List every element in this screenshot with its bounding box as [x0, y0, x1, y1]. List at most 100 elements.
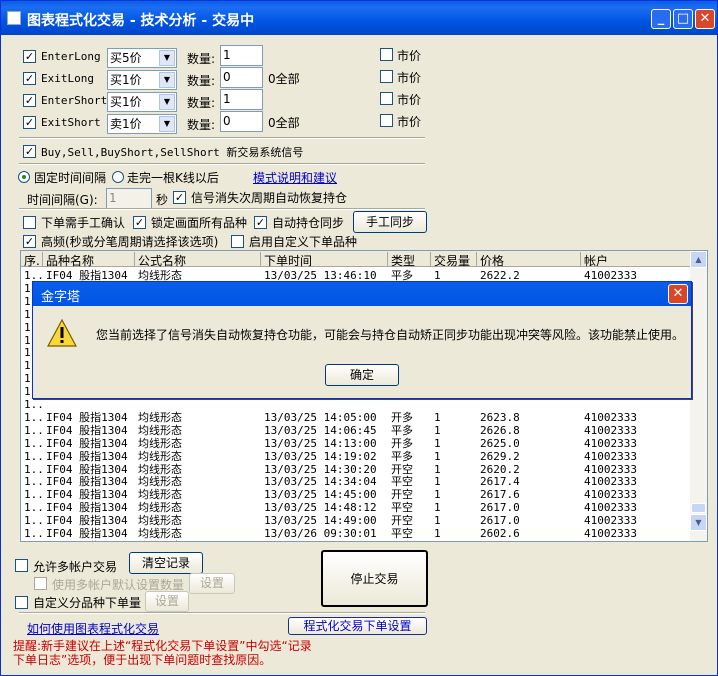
- warning-icon: [47, 318, 77, 347]
- restore-label: 信号消失次周期自动恢复持仓: [191, 191, 348, 205]
- market-checkbox[interactable]: [380, 70, 393, 83]
- maximize-button[interactable]: □: [673, 9, 693, 29]
- qty-input[interactable]: 1: [220, 45, 263, 66]
- table-row[interactable]: 1.. IF04 股指1304 均线形态 13/03/25 14:48:12 平空 1 26…: [21, 501, 691, 514]
- market-checkbox[interactable]: [380, 48, 393, 61]
- mode-help-link[interactable]: 模式说明和建议: [253, 169, 337, 186]
- chevron-down-icon[interactable]: ▼: [159, 50, 175, 66]
- new-system-checkbox[interactable]: ✓: [23, 145, 36, 158]
- chevron-down-icon[interactable]: ▼: [159, 72, 175, 88]
- table-cell: 均线形态: [138, 436, 182, 450]
- table-cell: 开空: [391, 488, 413, 502]
- column-header[interactable]: 序.: [21, 252, 43, 268]
- market-label: 市价: [397, 49, 422, 63]
- settings-button-2[interactable]: 设置: [145, 591, 189, 612]
- market-checkbox[interactable]: [380, 114, 393, 127]
- table-row[interactable]: 1.. IF04 股指1304 均线形态 13/03/25 14:45:00 开空 1 26…: [21, 488, 691, 501]
- use-default-checkbox[interactable]: [34, 577, 47, 590]
- dialog-ok-button[interactable]: 确定: [325, 364, 399, 386]
- qty-input[interactable]: 0: [220, 67, 263, 88]
- divider: [19, 612, 425, 614]
- signal-checkbox[interactable]: ✓: [23, 94, 36, 107]
- column-header[interactable]: 公式名称: [135, 252, 261, 268]
- market-checkbox[interactable]: [380, 92, 393, 105]
- table-row[interactable]: 1.. IF04 股指1304 均线形态 13/03/25 14:06:45 平多 1 26…: [21, 424, 691, 437]
- qty-note: 0全部: [268, 72, 300, 86]
- table-cell: 1: [434, 475, 441, 489]
- scroll-down-icon[interactable]: ▼: [690, 514, 707, 531]
- order-settings-button[interactable]: 程式化交易下单设置: [288, 617, 427, 635]
- interval-input[interactable]: 1: [106, 188, 152, 209]
- scroll-thumb[interactable]: [691, 503, 706, 513]
- restore-checkbox[interactable]: ✓: [173, 191, 186, 204]
- price-select[interactable]: 买5价 ▼: [107, 48, 177, 68]
- table-cell: IF04 股指1304: [46, 423, 128, 437]
- lock-all-checkbox[interactable]: ✓: [133, 216, 146, 229]
- table-cell: 1: [434, 488, 441, 502]
- manual-confirm-checkbox[interactable]: [23, 216, 36, 229]
- table-row[interactable]: 1..IF04 股指1304 均线形态 13/03/26 09:31:53 开空 1 26…: [21, 540, 691, 541]
- close-button[interactable]: ✕: [695, 9, 715, 29]
- multi-account-checkbox[interactable]: [15, 559, 28, 572]
- column-header[interactable]: 价格: [477, 252, 581, 268]
- market-label: 市价: [397, 93, 422, 107]
- price-select[interactable]: 买1价 ▼: [107, 92, 177, 112]
- price-select[interactable]: 卖1价 ▼: [107, 114, 177, 134]
- table-row[interactable]: 1.. IF04 股指1304 均线形态 13/03/25 14:05:00 开多 1 26…: [21, 411, 691, 424]
- manual-sync-button[interactable]: 手工同步: [353, 211, 427, 233]
- custom-qty-checkbox[interactable]: [15, 596, 28, 609]
- table-cell: 1: [434, 501, 441, 515]
- clear-records-button[interactable]: 清空记录: [129, 552, 203, 574]
- column-header[interactable]: 下单时间: [261, 252, 388, 268]
- table-cell: 2602.6: [480, 527, 520, 540]
- fixed-interval-label: 固定时间间隔: [34, 171, 107, 185]
- table-row[interactable]: 1..: [21, 398, 691, 411]
- qty-input[interactable]: 1: [220, 89, 263, 110]
- table-cell: IF04 股指1304: [46, 436, 128, 450]
- title-bar[interactable]: 图表程式化交易 - 技术分析 - 交易中 _ □ ✕: [1, 1, 717, 35]
- table-row[interactable]: 1.. IF04 股指1304 均线形态 13/03/25 14:49:00 开空 1 26…: [21, 514, 691, 527]
- table-row[interactable]: 1.. IF04 股指1304 均线形态 13/03/25 14:19:02 平多 1 26…: [21, 450, 691, 463]
- column-header[interactable]: 帐户: [581, 252, 691, 268]
- table-row[interactable]: 1.. IF04 股指1304 均线形态 13/03/25 14:34:04 平空 1 26…: [21, 475, 691, 488]
- minimize-button[interactable]: _: [651, 9, 671, 29]
- signal-name: ExitShort: [41, 116, 101, 129]
- signal-checkbox[interactable]: ✓: [23, 72, 36, 85]
- qty-label: 数量:: [187, 96, 216, 110]
- chevron-down-icon[interactable]: ▼: [159, 94, 175, 110]
- vertical-scrollbar[interactable]: ▲ ▼: [690, 251, 707, 541]
- signal-checkbox[interactable]: ✓: [23, 116, 36, 129]
- market-label: 市价: [397, 71, 422, 85]
- scroll-up-icon[interactable]: ▲: [690, 251, 707, 268]
- price-select[interactable]: 买1价 ▼: [107, 70, 177, 90]
- qty-input[interactable]: 0: [220, 111, 263, 132]
- chevron-down-icon[interactable]: ▼: [159, 116, 175, 132]
- table-cell: 1: [434, 540, 441, 541]
- table-cell: 41002333: [584, 410, 637, 424]
- table-cell: IF04 股指1304: [46, 540, 128, 541]
- column-header[interactable]: 类型: [388, 252, 431, 268]
- table-cell: 41002333: [584, 423, 637, 437]
- fixed-interval-radio[interactable]: [18, 171, 30, 183]
- table-cell: 1..: [24, 436, 44, 450]
- table-row[interactable]: 1.. IF04 股指1304 均线形态 13/03/25 14:30:20 开空 1 26…: [21, 463, 691, 476]
- dialog-close-button[interactable]: ✕: [668, 284, 688, 304]
- column-header[interactable]: 品种名称: [43, 252, 135, 268]
- table-cell: 开空: [391, 514, 413, 528]
- table-cell: 41002333: [584, 475, 637, 489]
- custom-product-checkbox[interactable]: [231, 235, 244, 248]
- manual-confirm-label: 下单需手工确认: [41, 216, 126, 230]
- column-header[interactable]: 交易量: [431, 252, 477, 268]
- settings-button-1[interactable]: 设置: [189, 573, 235, 594]
- stop-trading-button[interactable]: 停止交易: [321, 550, 428, 607]
- table-row[interactable]: 1.. IF04 股指1304 均线形态 13/03/25 14:13:00 开多 1 26…: [21, 437, 691, 450]
- dialog-title-bar[interactable]: 金字塔 ✕: [33, 282, 691, 306]
- per-k-radio[interactable]: [112, 171, 124, 183]
- table-cell: 均线形态: [138, 462, 182, 476]
- how-to-link[interactable]: 如何使用图表程式化交易: [27, 620, 159, 637]
- table-row[interactable]: 1.. IF04 股指1304 均线形态 13/03/26 09:30:01 平空 1 26…: [21, 527, 691, 540]
- custom-qty-label: 自定义分品种下单量: [33, 596, 142, 610]
- hf-checkbox[interactable]: ✓: [23, 235, 36, 248]
- auto-sync-checkbox[interactable]: ✓: [254, 216, 267, 229]
- signal-checkbox[interactable]: ✓: [23, 50, 36, 63]
